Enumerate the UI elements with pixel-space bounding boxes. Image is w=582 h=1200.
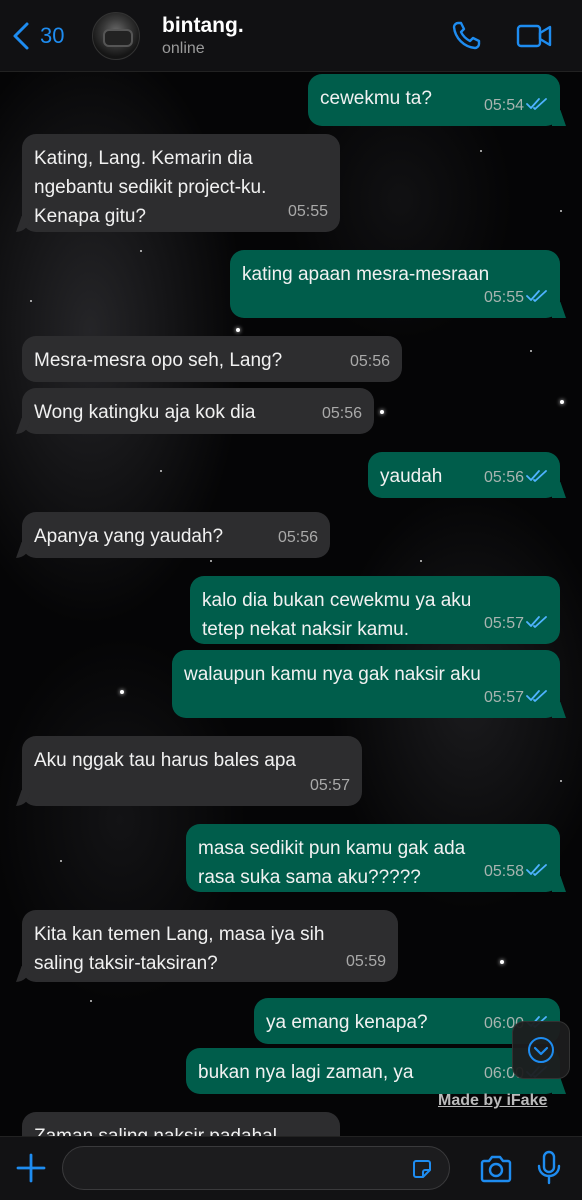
message-text: Zaman saling naksir padahal xyxy=(34,1122,328,1136)
timestamp-text: 05:56 xyxy=(483,469,524,486)
outgoing-message[interactable]: kalo dia bukan cewekmu ya aku tetep neka… xyxy=(190,576,560,644)
message-text: Apanya yang yaudah? xyxy=(34,526,224,547)
timestamp-text: 05:58 xyxy=(483,863,524,880)
read-receipt-icon xyxy=(526,616,547,628)
message-timestamp: 05:56 xyxy=(322,399,362,428)
read-receipt-icon xyxy=(526,98,547,110)
message-text: Mesra-mesra opo seh, Lang? xyxy=(34,350,283,371)
timestamp-text: 05:57 xyxy=(483,689,524,706)
timestamp-text: 05:55 xyxy=(287,203,328,220)
watermark: Made by iFake xyxy=(438,1092,548,1109)
read-receipt-icon xyxy=(526,290,547,302)
message-timestamp: 05:55 xyxy=(484,283,548,312)
scroll-down-chevron-icon xyxy=(528,1037,554,1063)
timestamp-text: 05:59 xyxy=(345,953,386,970)
timestamp-text: 05:56 xyxy=(277,529,318,546)
camera-icon xyxy=(480,1155,512,1183)
outgoing-message[interactable]: masa sedikit pun kamu gak ada rasa suka … xyxy=(186,824,560,892)
incoming-message[interactable]: Mesra-mesra opo seh, Lang? 05:56 xyxy=(22,336,402,382)
incoming-message[interactable]: Zaman saling naksir padahal xyxy=(22,1112,340,1136)
attach-button[interactable] xyxy=(14,1151,48,1185)
message-list[interactable]: cewekmu ta? 05:54 Kating, Lang. Kemarin di… xyxy=(0,72,582,1136)
incoming-message[interactable]: Wong katingku aja kok dia 05:56 xyxy=(22,388,374,434)
message-text: Kating, Lang. Kemarin dia ngebantu sedik… xyxy=(34,148,267,227)
sticker-button[interactable] xyxy=(410,1157,434,1181)
incoming-message[interactable]: Kating, Lang. Kemarin dia ngebantu sedik… xyxy=(22,134,340,232)
message-timestamp: 05:56 xyxy=(278,523,318,552)
incoming-message[interactable]: Aku nggak tau harus bales apa 05:57 xyxy=(22,736,362,806)
microphone-icon xyxy=(537,1150,561,1185)
contact-status: online xyxy=(162,40,205,57)
message-input[interactable] xyxy=(62,1146,450,1190)
message-timestamp: 05:57 xyxy=(484,609,548,638)
message-text: Aku nggak tau harus bales apa xyxy=(34,750,296,771)
read-receipt-icon xyxy=(526,864,547,876)
message-timestamp: 05:56 xyxy=(484,463,548,492)
timestamp-text: 05:56 xyxy=(321,405,362,422)
plus-icon xyxy=(16,1153,46,1183)
message-timestamp: 05:54 xyxy=(484,91,548,120)
voice-call-button[interactable] xyxy=(448,18,488,54)
composer-bar xyxy=(0,1136,582,1200)
video-camera-icon xyxy=(516,24,552,48)
timestamp-text: 05:57 xyxy=(309,777,350,794)
camera-button[interactable] xyxy=(478,1153,514,1185)
chat-header: 30 bintang. online xyxy=(0,0,582,72)
avatar[interactable] xyxy=(92,12,140,60)
incoming-message[interactable]: Apanya yang yaudah? 05:56 xyxy=(22,512,330,558)
timestamp-text: 05:55 xyxy=(483,289,524,306)
read-receipt-icon xyxy=(526,470,547,482)
timestamp-text: 05:57 xyxy=(483,615,524,632)
timestamp-text: 05:54 xyxy=(483,97,524,114)
message-timestamp: 05:55 xyxy=(288,197,328,226)
unread-count: 30 xyxy=(40,23,65,48)
message-timestamp: 05:59 xyxy=(346,947,386,976)
message-timestamp: 05:57 xyxy=(310,771,350,800)
voice-message-button[interactable] xyxy=(536,1149,562,1187)
outgoing-message[interactable]: kating apaan mesra-mesraan 05:55 xyxy=(230,250,560,318)
contact-name[interactable]: bintang. xyxy=(162,14,244,38)
outgoing-message[interactable]: cewekmu ta? 05:54 xyxy=(308,74,560,126)
read-receipt-icon xyxy=(526,690,547,702)
timestamp-text: 05:56 xyxy=(349,353,390,370)
message-text: Kita kan temen Lang, masa iya sih saling… xyxy=(34,924,325,974)
phone-icon xyxy=(452,21,481,50)
message-timestamp: 05:58 xyxy=(484,857,548,886)
incoming-message[interactable]: Kita kan temen Lang, masa iya sih saling… xyxy=(22,910,398,982)
back-button[interactable]: 30 xyxy=(10,20,64,52)
scroll-to-bottom-button[interactable] xyxy=(512,1021,570,1079)
message-text: Wong katingku aja kok dia xyxy=(34,402,256,423)
sticker-icon xyxy=(413,1160,431,1178)
outgoing-message[interactable]: walaupun kamu nya gak naksir aku 05:57 xyxy=(172,650,560,718)
video-call-button[interactable] xyxy=(514,18,554,54)
message-timestamp: 05:57 xyxy=(484,683,548,712)
outgoing-message[interactable]: bukan nya lagi zaman, ya 06:00 xyxy=(186,1048,560,1094)
outgoing-message[interactable]: yaudah 05:56 xyxy=(368,452,560,498)
message-timestamp: 05:56 xyxy=(350,347,390,376)
back-chevron-icon xyxy=(13,22,29,50)
